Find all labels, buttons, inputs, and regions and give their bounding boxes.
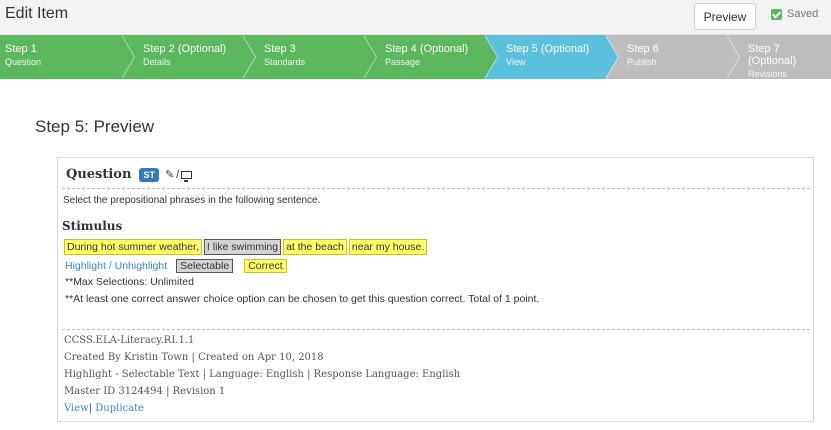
highlight-legend: Highlight / Unhighlight Selectable Corre… [65, 259, 287, 273]
saved-status: Saved [771, 8, 818, 20]
step-label: View [506, 57, 526, 67]
step-number: Step 7 (Optional) [748, 43, 797, 67]
max-selections-note: **Max Selections: Unlimited [65, 276, 194, 288]
preview-button[interactable]: Preview [694, 3, 756, 30]
monitor-icon[interactable] [181, 170, 193, 182]
separator: / [176, 168, 180, 181]
step-6[interactable]: Step 6 Publish [605, 35, 740, 79]
question-header: Question ST ✎ / [66, 167, 193, 182]
step-label: Publish [627, 57, 657, 67]
step-label: Passage [385, 57, 421, 67]
section-heading: Step 5: Preview [35, 117, 155, 136]
separator: | [88, 403, 93, 414]
top-bar: Edit Item Preview Saved [0, 0, 831, 35]
step-label: Question [5, 57, 42, 67]
step-number: Step 4 (Optional) [385, 43, 469, 55]
stimulus-sentence: During hot summer weather, I like swimmi… [64, 239, 429, 255]
step-number: Step 3 [264, 43, 296, 55]
view-link[interactable]: View [64, 403, 89, 414]
item-type-badge: ST [139, 167, 159, 182]
item-type-info: Highlight - Selectable Text | Language: … [64, 369, 461, 380]
divider [62, 188, 810, 189]
master-id-info: Master ID 3124494 | Revision 1 [64, 386, 226, 397]
question-title: Question [66, 167, 132, 182]
step-number: Step 6 [627, 43, 659, 55]
step-number: Step 1 [5, 43, 37, 55]
divider [62, 329, 810, 330]
step-3[interactable]: Step 3 Standards [242, 35, 377, 79]
scoring-note: **At least one correct answer choice opt… [65, 293, 540, 305]
step-1[interactable]: Step 1 Question [0, 35, 135, 79]
step-7[interactable]: Step 7 (Optional) Revisions [726, 35, 831, 79]
pencil-icon[interactable]: ✎ [165, 168, 174, 181]
step-wizard: Step 1 Question Step 2 (Optional) Detail… [0, 35, 831, 79]
answer-choice[interactable]: During hot summer weather, [64, 239, 202, 255]
question-preview-panel: Question ST ✎ / Select the prepositional… [57, 157, 814, 422]
step-5[interactable]: Step 5 (Optional) View [484, 35, 619, 79]
step-2[interactable]: Step 2 (Optional) Details [121, 35, 256, 79]
correct-legend: Correct [244, 259, 287, 273]
answer-choice[interactable]: at the beach [283, 239, 347, 255]
step-4[interactable]: Step 4 (Optional) Passage [363, 35, 498, 79]
saved-label: Saved [787, 8, 819, 20]
created-info: Created By Kristin Town | Created on Apr… [64, 352, 324, 363]
answer-choice[interactable]: near my house. [348, 239, 428, 255]
step-label: Standards [264, 57, 306, 67]
highlight-toggle-link[interactable]: Highlight / Unhighlight [65, 260, 167, 272]
step-number: Step 2 (Optional) [143, 43, 227, 55]
step-label: Details [143, 57, 171, 67]
step-number: Step 5 (Optional) [506, 43, 590, 55]
selectable-legend: Selectable [176, 259, 234, 273]
checkbox-checked-icon [771, 8, 782, 20]
question-prompt: Select the prepositional phrases in the … [63, 195, 321, 206]
answer-choice[interactable]: I like swimming [203, 239, 282, 255]
step-label: Revisions [748, 69, 788, 79]
page-title: Edit Item [5, 5, 69, 22]
stimulus-heading: Stimulus [62, 219, 123, 233]
standard-code: CCSS.ELA-Literacy.RI.1.1 [64, 335, 195, 346]
duplicate-link[interactable]: Duplicate [95, 403, 144, 414]
item-actions: View| Duplicate [64, 403, 144, 414]
